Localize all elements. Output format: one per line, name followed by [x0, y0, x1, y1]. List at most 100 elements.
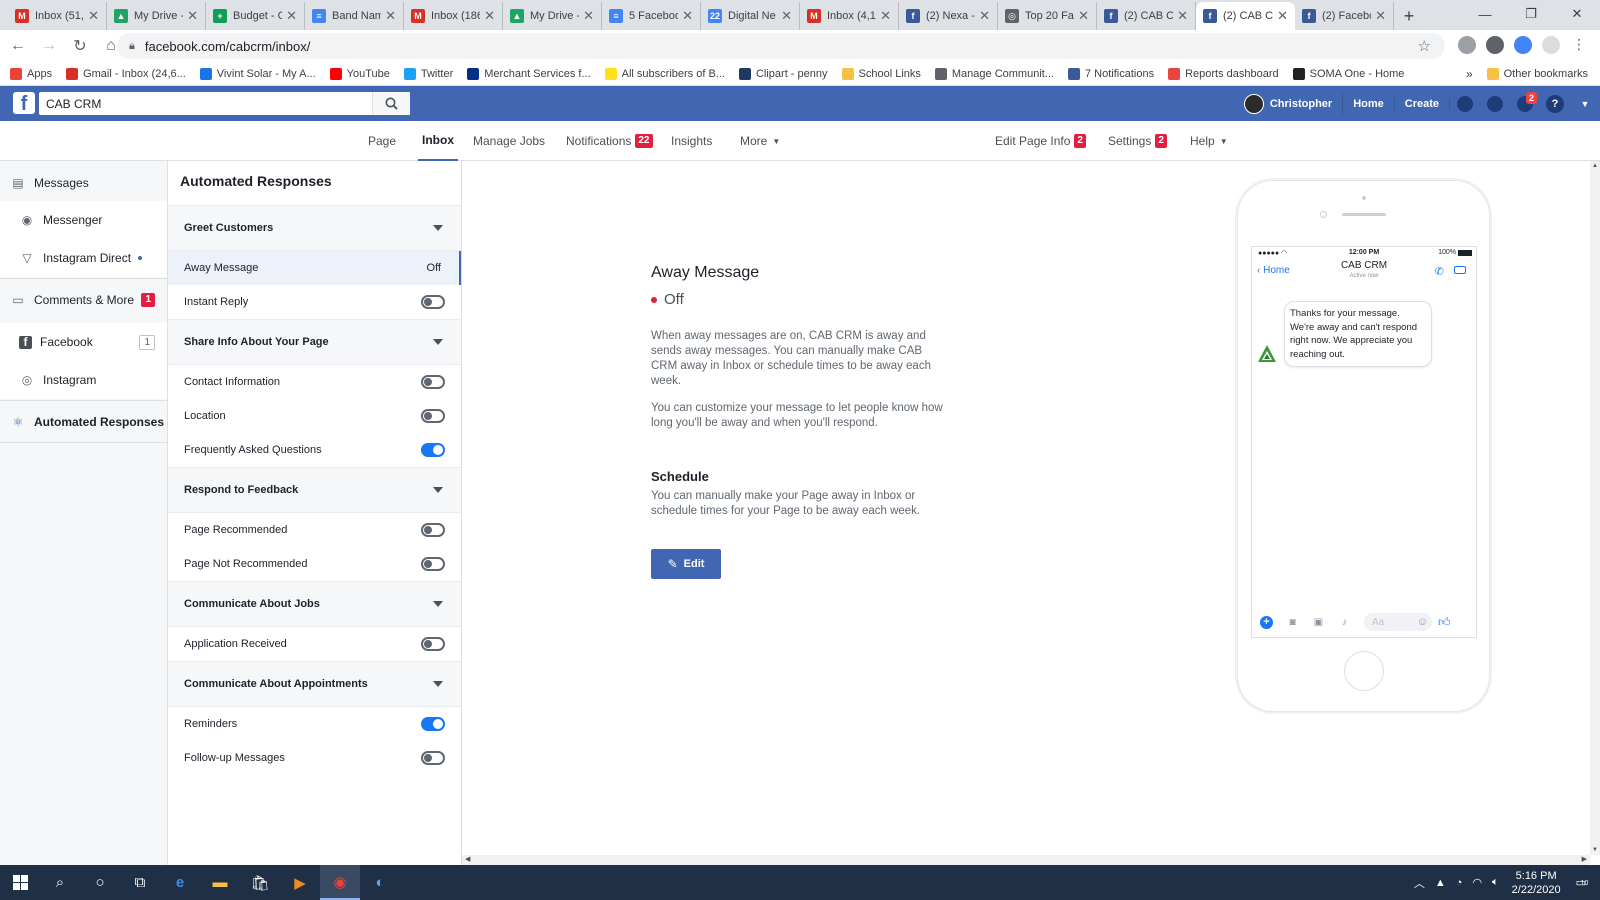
edge-icon[interactable]: e	[160, 865, 200, 900]
bookmark-item[interactable]: Vivint Solar - My A...	[199, 67, 316, 80]
file-explorer-icon[interactable]: ▬	[200, 865, 240, 900]
toggle-switch[interactable]	[421, 637, 445, 651]
messenger-icon[interactable]	[1480, 86, 1510, 121]
new-tab-button[interactable]: +	[1394, 2, 1424, 30]
toggle-switch[interactable]	[421, 375, 445, 389]
close-tab-icon[interactable]: ✕	[682, 8, 693, 24]
browser-tab[interactable]: ≡ 5 Faceboo ✕	[602, 2, 701, 30]
home-link[interactable]: Home	[1343, 97, 1395, 110]
extension-icon[interactable]	[1514, 36, 1532, 54]
bookmark-item[interactable]: Apps	[10, 67, 52, 80]
nav-facebook[interactable]: f Facebook 1	[0, 323, 167, 361]
response-row[interactable]: Location	[168, 399, 461, 433]
vertical-scrollbar[interactable]: ▲ ▼	[1590, 161, 1600, 855]
search-icon[interactable]: ⌕	[40, 865, 80, 900]
page-tab-edit-page-info[interactable]: Edit Page Info 2	[995, 121, 1086, 161]
bookmark-item[interactable]: Reports dashboard	[1168, 67, 1279, 80]
notifications-bell-icon[interactable]: 2	[1510, 86, 1540, 121]
bookmark-item[interactable]: Gmail - Inbox (24,6...	[66, 67, 186, 80]
page-tab-more[interactable]: More ▼	[740, 121, 780, 161]
toggle-switch[interactable]	[421, 751, 445, 765]
back-arrow-icon[interactable]: ←	[5, 33, 31, 59]
response-row[interactable]: Frequently Asked Questions	[168, 433, 461, 467]
browser-tab[interactable]: f (2) Facebo ✕	[1295, 2, 1394, 30]
response-row[interactable]: Follow-up Messages	[168, 741, 461, 775]
bookmark-star-icon[interactable]: ☆	[1418, 37, 1431, 55]
close-tab-icon[interactable]: ✕	[1177, 8, 1188, 24]
scroll-right-icon[interactable]: ▶	[1582, 855, 1587, 863]
facebook-logo-icon[interactable]: f	[13, 92, 35, 115]
address-bar[interactable]: 🔒︎ facebook.com/cabcrm/inbox/ ☆	[117, 33, 1445, 59]
edit-button[interactable]: ✎ Edit	[651, 549, 721, 579]
facebook-search-input[interactable]: CAB CRM	[39, 92, 410, 115]
section-header[interactable]: Greet Customers	[168, 205, 461, 251]
section-header[interactable]: Share Info About Your Page	[168, 319, 461, 365]
help-icon[interactable]: ?	[1540, 86, 1570, 121]
close-tab-icon[interactable]: ✕	[187, 8, 198, 24]
network-icon[interactable]: ◔	[1456, 877, 1463, 889]
toggle-switch[interactable]	[421, 409, 445, 423]
page-tab-insights[interactable]: Insights	[671, 121, 712, 161]
bookmark-item[interactable]: Merchant Services f...	[467, 67, 591, 80]
horizontal-scrollbar[interactable]: ◀ ▶	[462, 855, 1590, 865]
bookmark-item[interactable]: 7 Notifications	[1068, 67, 1154, 80]
page-tab-page[interactable]: Page	[368, 121, 396, 161]
scroll-down-icon[interactable]: ▼	[1592, 847, 1598, 853]
close-tab-icon[interactable]: ✕	[1078, 8, 1089, 24]
close-tab-icon[interactable]: ✕	[286, 8, 297, 24]
extension-icon[interactable]	[1486, 36, 1504, 54]
windows-start-icon[interactable]	[0, 865, 40, 900]
nav-comments-more[interactable]: ▭ Comments & More 1	[0, 283, 167, 317]
bookmark-item[interactable]: School Links	[841, 67, 921, 80]
volume-icon[interactable]: 🔈︎	[1492, 876, 1499, 889]
toggle-switch[interactable]	[421, 557, 445, 571]
minimize-icon[interactable]: —	[1462, 0, 1508, 28]
bookmark-item[interactable]: All subscribers of B...	[604, 67, 725, 80]
section-header[interactable]: Respond to Feedback	[168, 467, 461, 513]
page-tab-help[interactable]: Help ▼	[1190, 121, 1228, 161]
nav-messages[interactable]: ▤ Messages	[0, 166, 167, 200]
menu-dots-icon[interactable]: ⋮	[1570, 36, 1588, 54]
restore-icon[interactable]: ❐	[1508, 0, 1554, 28]
section-header[interactable]: Communicate About Appointments	[168, 661, 461, 707]
toggle-switch[interactable]	[421, 295, 445, 309]
toggle-switch[interactable]	[421, 717, 445, 731]
taskbar-clock[interactable]: 5:16 PM 2/22/2020	[1512, 869, 1561, 897]
browser-tab[interactable]: ◎ Top 20 Fa ✕	[998, 2, 1097, 30]
tray-chevron-icon[interactable]: ︿	[1414, 875, 1425, 891]
response-row[interactable]: Application Received	[168, 627, 461, 661]
profile-avatar-icon[interactable]	[1542, 36, 1560, 54]
app-icon[interactable]: ◐	[360, 865, 400, 900]
nav-instagram-direct[interactable]: ▽ Instagram Direct	[0, 239, 167, 277]
close-tab-icon[interactable]: ✕	[979, 8, 990, 24]
nav-instagram[interactable]: ◎ Instagram	[0, 361, 167, 399]
store-icon[interactable]: 🛍︎	[240, 865, 280, 900]
browser-tab[interactable]: ▲ My Drive - ✕	[503, 2, 602, 30]
response-row[interactable]: Away Message Off	[168, 251, 461, 285]
page-tab-inbox[interactable]: Inbox	[418, 121, 458, 161]
browser-tab[interactable]: ▲ My Drive - ✕	[107, 2, 206, 30]
bookmark-item[interactable]: YouTube	[329, 67, 390, 80]
wifi-icon[interactable]: ◠	[1472, 876, 1482, 889]
close-tab-icon[interactable]: ✕	[1277, 8, 1288, 24]
reload-icon[interactable]: ↻	[67, 33, 93, 59]
page-tab-settings[interactable]: Settings 2	[1108, 121, 1167, 161]
close-tab-icon[interactable]: ✕	[1375, 8, 1386, 24]
toggle-switch[interactable]	[421, 443, 445, 457]
close-tab-icon[interactable]: ✕	[88, 8, 99, 24]
close-tab-icon[interactable]: ✕	[583, 8, 594, 24]
response-row[interactable]: Page Not Recommended	[168, 547, 461, 581]
browser-tab[interactable]: ≡ Band Nam ✕	[305, 2, 404, 30]
page-tab-notifications[interactable]: Notifications 22	[566, 121, 653, 161]
bookmark-item[interactable]: Twitter	[403, 67, 453, 80]
google-drive-icon[interactable]: ▲	[1435, 877, 1446, 889]
browser-tab[interactable]: M Inbox (51,5 ✕	[8, 2, 107, 30]
bookmarks-overflow-icon[interactable]: »	[1466, 67, 1473, 81]
bookmark-item[interactable]: Manage Communit...	[934, 67, 1054, 80]
response-row[interactable]: Contact Information	[168, 365, 461, 399]
close-tab-icon[interactable]: ✕	[781, 8, 792, 24]
create-link[interactable]: Create	[1395, 97, 1450, 110]
nav-automated-responses[interactable]: ⚛ Automated Responses	[0, 404, 167, 440]
cortana-icon[interactable]: ○	[80, 865, 120, 900]
scroll-up-icon[interactable]: ▲	[1592, 163, 1598, 169]
